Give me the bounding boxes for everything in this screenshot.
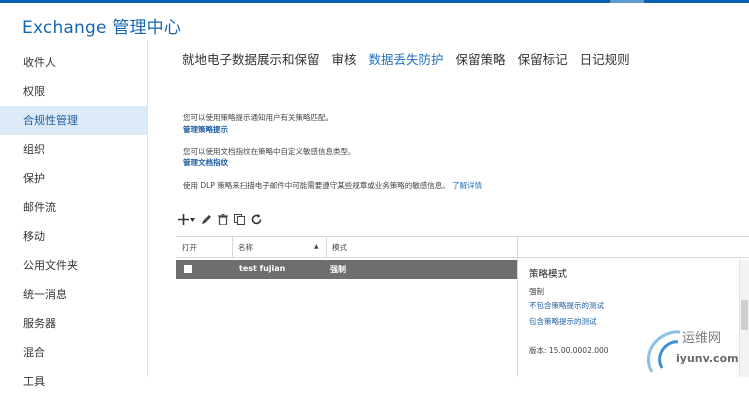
add-icon[interactable] [178,214,189,225]
tab-retention-policies[interactable]: 保留策略 [456,49,506,68]
sidebar: 收件人 权限 合规性管理 组织 保护 邮件流 移动 公用文件夹 统一消息 服务器… [0,48,147,396]
sidebar-item-tools[interactable]: 工具 [0,367,147,396]
column-name[interactable]: 名称 [238,242,253,253]
fingerprint-text: 您可以使用文档指纹在策略中自定义敏感信息类型。 [183,147,356,156]
tab-auditing[interactable]: 审核 [332,49,357,68]
column-mode[interactable]: 模式 [332,242,347,253]
learn-more-link[interactable]: 了解详情 [452,181,482,190]
dlp-description: 使用 DLP 策略来扫描电子邮件中可能需要遵守某些规章或业务策略的敏感信息。 了… [183,180,482,191]
sidebar-item-hybrid[interactable]: 混合 [0,338,147,367]
manage-fingerprints-link[interactable]: 管理文档指纹 [183,157,228,168]
tab-ediscovery[interactable]: 就地电子数据展示和保留 [182,49,320,68]
edit-icon[interactable] [201,214,212,225]
watermark-text: 运维网 [682,331,722,346]
test-without-tips-link[interactable]: 不包含策略提示的测试 [529,300,604,311]
sidebar-item-mobile[interactable]: 移动 [0,222,147,251]
dlp-description-text: 使用 DLP 策略来扫描电子邮件中可能需要遵守某些规章或业务策略的敏感信息。 [183,181,450,190]
tab-retention-tags[interactable]: 保留标记 [518,49,568,68]
table-row[interactable]: test fujian 强制 [176,260,517,279]
sidebar-item-compliance[interactable]: 合规性管理 [0,106,147,135]
row-name: test fujian [239,264,286,273]
sidebar-item-recipients[interactable]: 收件人 [0,48,147,77]
manage-policy-tips-link[interactable]: 管理策略提示 [183,124,228,135]
sidebar-item-protection[interactable]: 保护 [0,164,147,193]
copy-icon[interactable] [234,214,245,225]
tab-journal-rules[interactable]: 日记规则 [580,49,630,68]
row-checkbox[interactable] [184,265,192,273]
sort-ascending-icon[interactable]: ▲ [314,243,319,250]
top-bar-accent [610,0,644,3]
sidebar-item-unified-messaging[interactable]: 统一消息 [0,280,147,309]
details-title: 策略模式 [529,269,568,280]
details-value: 强制 [529,287,544,296]
sidebar-item-servers[interactable]: 服务器 [0,309,147,338]
delete-icon[interactable] [218,214,228,225]
sidebar-item-organization[interactable]: 组织 [0,135,147,164]
column-separator [517,237,518,257]
sidebar-item-mail-flow[interactable]: 邮件流 [0,193,147,222]
tab-dlp[interactable]: 数据丢失防护 [369,49,444,68]
row-mode: 强制 [330,265,346,274]
column-separator [326,237,327,257]
refresh-icon[interactable] [251,214,262,225]
sidebar-item-permissions[interactable]: 权限 [0,77,147,106]
app-title: Exchange 管理中心 [22,18,182,38]
version-text: 版本: 15.00.0002.000 [529,346,609,355]
sidebar-item-public-folders[interactable]: 公用文件夹 [0,251,147,280]
column-enabled[interactable]: 打开 [182,242,197,253]
test-with-tips-link[interactable]: 包含策略提示的测试 [529,316,597,327]
sidebar-divider [147,40,148,377]
toolbar [178,214,262,225]
dropdown-icon[interactable] [190,217,195,222]
tab-bar: 就地电子数据展示和保留 审核 数据丢失防护 保留策略 保留标记 日记规则 [182,49,642,68]
table-header: 打开 名称 ▲ 模式 [176,236,749,258]
column-separator [232,237,233,257]
policy-tips-text: 您可以使用策略提示通知用户有关策略匹配。 [183,113,333,122]
watermark-url: iyunv.com [676,352,739,365]
